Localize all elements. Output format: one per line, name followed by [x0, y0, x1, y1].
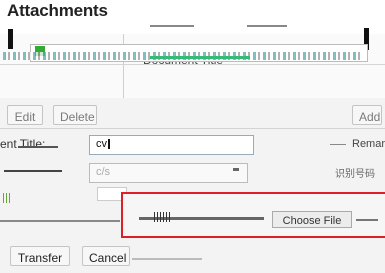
footer-divider — [132, 258, 202, 260]
choose-file-button[interactable]: Choose File — [272, 211, 352, 228]
header-divider — [247, 25, 287, 27]
file-row-line — [0, 220, 120, 222]
document-type-value: c/s — [96, 166, 111, 178]
document-title-label: ent Title: — [0, 137, 46, 151]
file-label — [3, 193, 11, 203]
cancel-button[interactable]: Cancel — [82, 246, 130, 266]
table-row-content — [150, 56, 250, 59]
type-label — [4, 170, 62, 172]
divider — [0, 128, 385, 129]
file-icon — [154, 212, 172, 222]
text-cursor — [108, 139, 110, 149]
edit-button[interactable]: Edit — [7, 105, 43, 125]
scroll-marker — [8, 29, 13, 49]
document-title-input[interactable]: cv — [89, 135, 254, 155]
remark-label: Remar — [352, 138, 385, 150]
label-underline — [18, 146, 58, 148]
header-divider — [150, 25, 194, 27]
chevron-down-icon[interactable] — [233, 168, 239, 171]
page-title: Attachments — [7, 1, 108, 20]
identifier-label: 识别号码 — [335, 169, 375, 180]
transfer-button[interactable]: Transfer — [10, 246, 70, 266]
no-file-text — [356, 219, 378, 221]
delete-button[interactable]: Delete — [53, 105, 97, 125]
document-type-select[interactable]: c/s — [89, 163, 248, 183]
add-button[interactable]: Add — [352, 105, 382, 125]
remark-marker — [330, 144, 346, 145]
document-title-value: cv — [96, 138, 107, 150]
attachments-header: Attachments — [0, 0, 385, 34]
